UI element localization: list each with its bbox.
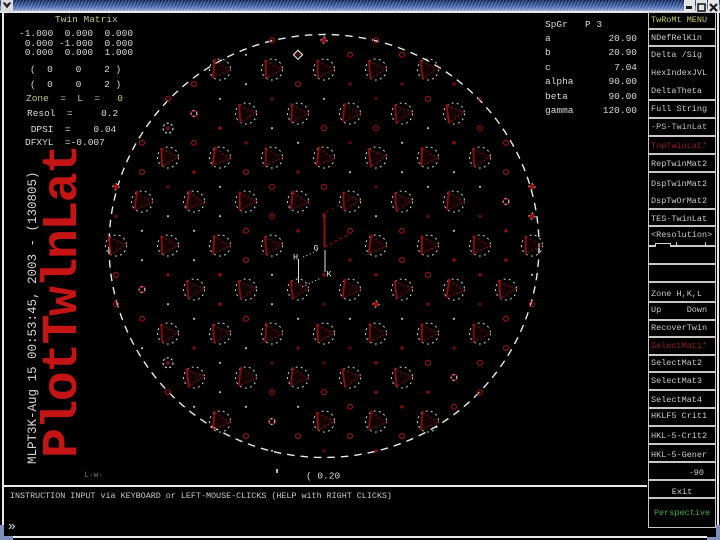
svg-text:K: K [327, 270, 333, 280]
svg-text:H: H [293, 253, 298, 263]
svg-text:( 0.20: ( 0.20 [306, 471, 341, 482]
svg-text:G: G [314, 244, 319, 254]
